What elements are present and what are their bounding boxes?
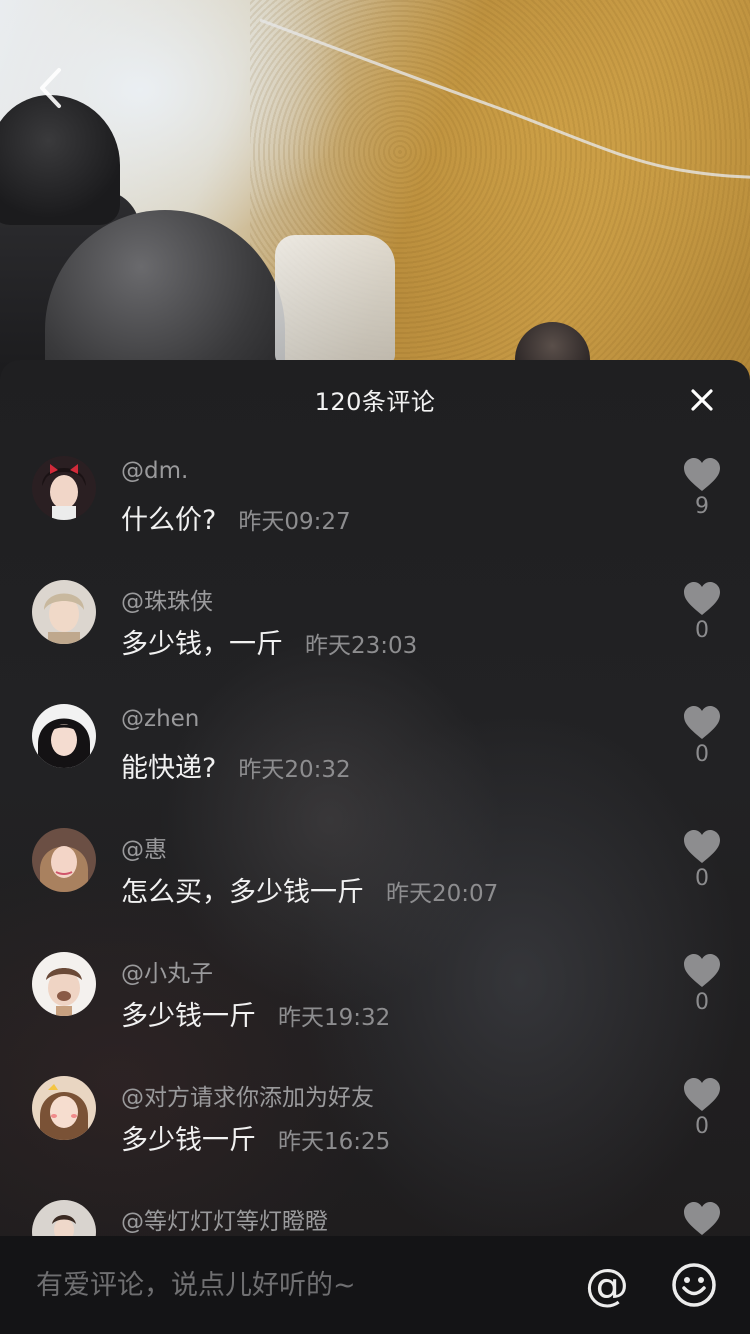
heart-icon xyxy=(684,1202,720,1235)
comment-time: 昨天19:32 xyxy=(278,1005,391,1031)
comment-item[interactable]: @惠 怎么买，多少钱一斤 昨天20:07 0 xyxy=(0,820,750,944)
like-count: 0 xyxy=(695,1114,709,1139)
wall-cable xyxy=(260,18,750,179)
avatar[interactable] xyxy=(32,704,96,768)
comment-item[interactable]: @等灯灯灯等灯瞪瞪 xyxy=(0,1192,750,1238)
close-icon xyxy=(691,389,713,411)
like-button[interactable] xyxy=(680,1202,724,1236)
comment-text: 多少钱一斤 xyxy=(121,1001,256,1032)
comment-time: 昨天20:07 xyxy=(386,881,499,907)
comment-text: 能快递? xyxy=(121,753,217,784)
chevron-left-icon xyxy=(40,68,61,108)
comment-text: 多少钱一斤 xyxy=(121,1125,256,1156)
like-button[interactable]: 0 xyxy=(680,1078,724,1139)
comment-username[interactable]: @珠珠侠 xyxy=(121,582,213,616)
comment-text: 怎么买，多少钱一斤 xyxy=(121,877,364,908)
heart-icon xyxy=(684,582,720,615)
back-button[interactable] xyxy=(28,64,72,112)
avatar[interactable] xyxy=(32,456,96,520)
comment-username[interactable]: @zhen xyxy=(121,706,199,732)
comment-time: 昨天16:25 xyxy=(278,1129,391,1155)
video-plastic-bag xyxy=(275,235,395,365)
like-button[interactable]: 0 xyxy=(680,706,724,767)
comment-panel: 120条评论 @dm. 什么价? 昨天09:27 9 @珠珠侠 多少钱，一斤 昨… xyxy=(0,360,750,1334)
comment-item[interactable]: @dm. 什么价? 昨天09:27 9 xyxy=(0,448,750,572)
avatar[interactable] xyxy=(32,1076,96,1140)
like-count: 9 xyxy=(695,494,709,519)
like-count: 0 xyxy=(695,618,709,643)
heart-icon xyxy=(684,1078,720,1111)
comment-body: 多少钱，一斤 昨天23:03 xyxy=(121,622,417,661)
comment-text: 什么价? xyxy=(121,505,217,536)
like-count: 0 xyxy=(695,866,709,891)
like-count: 0 xyxy=(695,742,709,767)
avatar[interactable] xyxy=(32,828,96,892)
close-button[interactable] xyxy=(682,380,722,420)
heart-icon xyxy=(684,458,720,491)
like-button[interactable]: 0 xyxy=(680,830,724,891)
like-button[interactable]: 0 xyxy=(680,954,724,1015)
heart-icon xyxy=(684,954,720,987)
comment-item[interactable]: @zhen 能快递? 昨天20:32 0 xyxy=(0,696,750,820)
comment-count-title: 120条评论 xyxy=(314,388,436,416)
comment-username[interactable]: @小丸子 xyxy=(121,954,213,988)
comment-input-bar: @ xyxy=(0,1236,750,1334)
avatar[interactable] xyxy=(32,952,96,1016)
comment-item[interactable]: @珠珠侠 多少钱，一斤 昨天23:03 0 xyxy=(0,572,750,696)
heart-icon xyxy=(684,706,720,739)
comment-body: 能快递? 昨天20:32 xyxy=(121,746,351,785)
comment-time: 昨天20:32 xyxy=(238,757,351,783)
emoji-button[interactable] xyxy=(670,1261,718,1309)
comment-time: 昨天23:03 xyxy=(305,633,418,659)
avatar[interactable] xyxy=(32,580,96,644)
comment-panel-header: 120条评论 xyxy=(0,360,750,440)
comment-list[interactable]: @dm. 什么价? 昨天09:27 9 @珠珠侠 多少钱，一斤 昨天23:03 … xyxy=(0,448,750,1238)
comment-body: 多少钱一斤 昨天19:32 xyxy=(121,994,390,1033)
video-background xyxy=(0,0,750,380)
comment-item[interactable]: @对方请求你添加为好友 多少钱一斤 昨天16:25 0 xyxy=(0,1068,750,1192)
comment-username[interactable]: @dm. xyxy=(121,458,188,484)
like-button[interactable]: 9 xyxy=(680,458,724,519)
comment-body: 什么价? 昨天09:27 xyxy=(121,498,351,537)
smiley-icon xyxy=(672,1263,716,1307)
like-count: 0 xyxy=(695,990,709,1015)
comment-username[interactable]: @对方请求你添加为好友 xyxy=(121,1078,374,1112)
mention-button[interactable]: @ xyxy=(582,1260,632,1311)
comment-username[interactable]: @等灯灯灯等灯瞪瞪 xyxy=(121,1202,328,1236)
comment-item[interactable]: @小丸子 多少钱一斤 昨天19:32 0 xyxy=(0,944,750,1068)
comment-username[interactable]: @惠 xyxy=(121,830,167,864)
comment-time: 昨天09:27 xyxy=(238,509,351,535)
video-person-head xyxy=(0,95,120,225)
avatar[interactable] xyxy=(32,1200,96,1238)
comment-input[interactable] xyxy=(36,1260,556,1310)
like-button[interactable]: 0 xyxy=(680,582,724,643)
comment-body: 多少钱一斤 昨天16:25 xyxy=(121,1118,390,1157)
heart-icon xyxy=(684,830,720,863)
comment-text: 多少钱，一斤 xyxy=(121,629,283,660)
comment-body: 怎么买，多少钱一斤 昨天20:07 xyxy=(121,870,498,909)
